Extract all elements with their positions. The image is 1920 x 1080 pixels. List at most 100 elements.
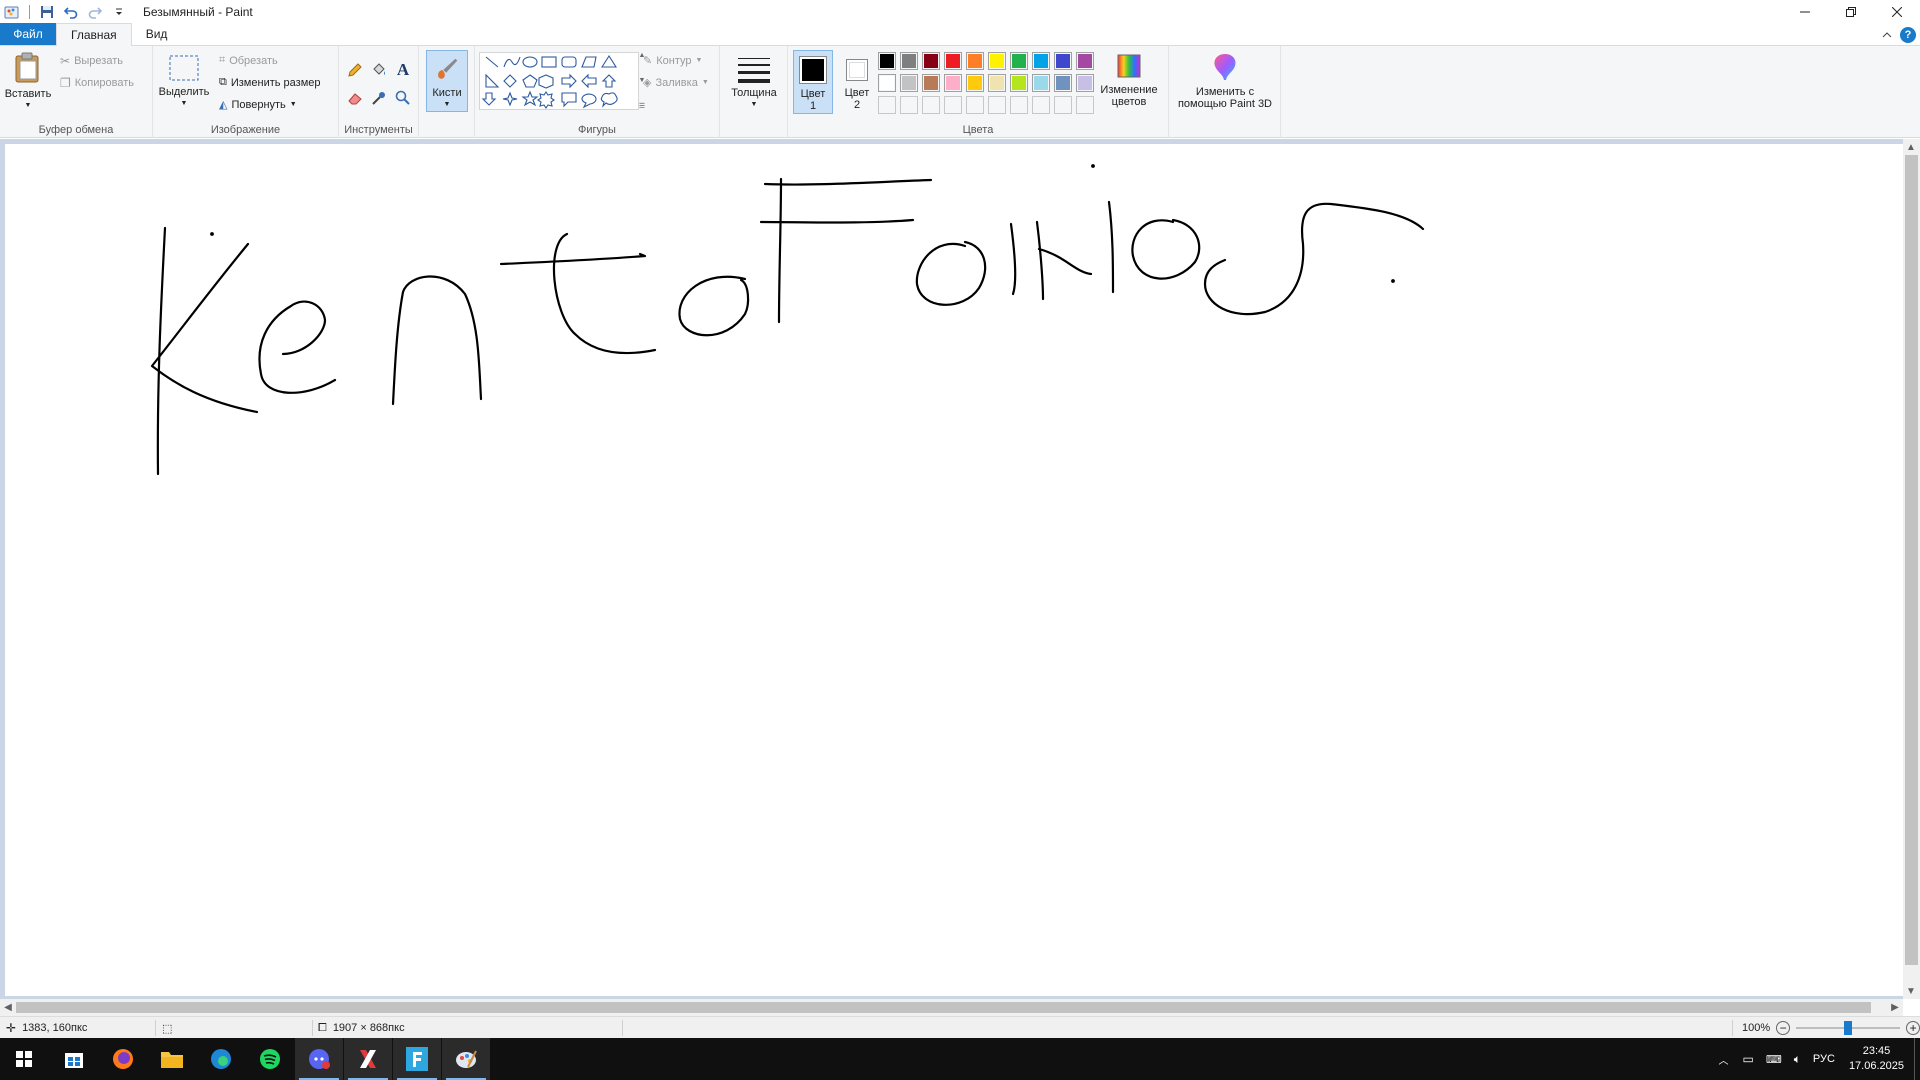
color-swatch[interactable] xyxy=(1054,74,1072,92)
taskbar-app-discord[interactable] xyxy=(295,1038,343,1080)
rotate-button[interactable]: ◭ Повернуть ▼ xyxy=(219,98,297,112)
network-icon[interactable]: ▭ xyxy=(1742,1052,1753,1066)
clock[interactable]: 23:45 17.06.2025 xyxy=(1849,1044,1904,1074)
language-switch-icon[interactable]: ⌨ xyxy=(1766,1053,1782,1066)
pencil-icon[interactable] xyxy=(345,60,365,80)
custom-color-slot[interactable] xyxy=(1076,96,1094,114)
store-icon xyxy=(65,1053,83,1068)
color-swatch[interactable] xyxy=(944,52,962,70)
color-swatch[interactable] xyxy=(988,74,1006,92)
close-button[interactable] xyxy=(1874,0,1920,24)
vertical-scroll-thumb[interactable] xyxy=(1905,155,1918,965)
language-indicator[interactable]: РУС xyxy=(1813,1053,1835,1065)
tab-file[interactable]: Файл xyxy=(0,23,56,45)
color2-button[interactable]: Цвет 2 xyxy=(837,50,877,114)
cut-button[interactable]: ✂ Вырезать xyxy=(60,54,123,68)
custom-color-slot[interactable] xyxy=(900,96,918,114)
custom-color-slot[interactable] xyxy=(878,96,896,114)
magnifier-icon[interactable] xyxy=(393,88,413,108)
resize-button[interactable]: ⧉ Изменить размер xyxy=(219,76,321,89)
restore-button[interactable] xyxy=(1828,0,1874,24)
color-picker-icon[interactable] xyxy=(369,88,389,108)
zoom-in-icon[interactable]: + xyxy=(1906,1021,1920,1035)
scroll-right-icon[interactable]: ▶ xyxy=(1887,999,1903,1015)
color-swatch[interactable] xyxy=(944,74,962,92)
color-swatch[interactable] xyxy=(878,52,896,70)
volume-icon[interactable]: 🔈︎ xyxy=(1794,1052,1801,1067)
scroll-up-icon[interactable]: ▲ xyxy=(1903,139,1919,155)
zoom-slider[interactable] xyxy=(1796,1021,1901,1035)
fill-bucket-icon[interactable] xyxy=(369,60,389,80)
custom-color-slot[interactable] xyxy=(966,96,984,114)
color-swatch[interactable] xyxy=(1010,52,1028,70)
brushes-button[interactable]: Кисти ▼ xyxy=(426,50,468,112)
outline-button[interactable]: ✎ Контур ▼ xyxy=(643,54,702,68)
crop-button[interactable]: ⌗ Обрезать xyxy=(219,54,278,67)
scroll-down-icon[interactable]: ▼ xyxy=(1903,983,1919,999)
expand-gallery-icon[interactable]: ☰ xyxy=(639,102,645,110)
save-icon[interactable] xyxy=(37,2,57,22)
copy-button[interactable]: ❐ Копировать xyxy=(60,76,134,90)
redo-icon[interactable] xyxy=(85,2,105,22)
eraser-icon[interactable] xyxy=(345,88,365,108)
edit-colors-button[interactable]: Изменение цветов xyxy=(1096,52,1162,108)
color-swatch[interactable] xyxy=(966,74,984,92)
color-swatch[interactable] xyxy=(966,52,984,70)
chevron-up-icon[interactable]: ︿ xyxy=(1718,1052,1728,1067)
brush-icon xyxy=(438,58,458,79)
vertical-scrollbar[interactable]: ▲ ▼ xyxy=(1903,139,1920,999)
scroll-left-icon[interactable]: ◀ xyxy=(0,999,16,1015)
customize-toolbar-icon[interactable] xyxy=(109,2,129,22)
color-swatch[interactable] xyxy=(1032,52,1050,70)
color-swatch[interactable] xyxy=(922,74,940,92)
collapse-ribbon-icon[interactable] xyxy=(1882,30,1892,40)
paste-button[interactable]: Вставить ▼ xyxy=(5,52,51,112)
color-swatch[interactable] xyxy=(900,52,918,70)
taskbar-app-explorer[interactable] xyxy=(148,1038,196,1080)
taskbar-app-f[interactable] xyxy=(393,1038,441,1080)
horizontal-scroll-thumb[interactable] xyxy=(16,1002,1871,1013)
tab-view[interactable]: Вид xyxy=(132,23,182,45)
color-swatch[interactable] xyxy=(1076,74,1094,92)
fill-button[interactable]: ◈ Заливка ▼ xyxy=(643,76,709,90)
toolbar-separator xyxy=(29,5,30,19)
taskbar-app-store[interactable] xyxy=(50,1038,98,1080)
text-icon[interactable]: A xyxy=(393,60,413,80)
help-icon[interactable]: ? xyxy=(1900,27,1916,43)
color-swatch[interactable] xyxy=(1076,52,1094,70)
color-swatch[interactable] xyxy=(988,52,1006,70)
paint3d-button[interactable]: Изменить с помощью Paint 3D xyxy=(1173,52,1277,110)
size-button[interactable]: Толщина ▼ xyxy=(728,54,780,111)
taskbar-app-spotify[interactable] xyxy=(246,1038,294,1080)
select-button[interactable]: Выделить ▼ xyxy=(159,54,209,110)
shapes-gallery[interactable] xyxy=(479,52,639,110)
taskbar-app-paint[interactable] xyxy=(442,1038,490,1080)
start-button[interactable] xyxy=(0,1038,48,1080)
color1-button[interactable]: Цвет 1 xyxy=(793,50,833,114)
custom-color-slot[interactable] xyxy=(1054,96,1072,114)
zoom-slider-thumb[interactable] xyxy=(1844,1021,1853,1035)
tab-home[interactable]: Главная xyxy=(56,23,132,46)
drawing-canvas[interactable] xyxy=(5,144,1905,996)
color-swatch[interactable] xyxy=(1032,74,1050,92)
color-swatch[interactable] xyxy=(1054,52,1072,70)
color-swatch[interactable] xyxy=(900,74,918,92)
paint-app-icon[interactable] xyxy=(2,2,22,22)
color-swatch[interactable] xyxy=(878,74,896,92)
zoom-out-icon[interactable]: − xyxy=(1776,1021,1791,1035)
custom-color-slot[interactable] xyxy=(1010,96,1028,114)
custom-color-slot[interactable] xyxy=(944,96,962,114)
undo-icon[interactable] xyxy=(61,2,81,22)
custom-color-slot[interactable] xyxy=(922,96,940,114)
horizontal-scrollbar[interactable]: ◀ ▶ xyxy=(0,999,1903,1016)
show-desktop-button[interactable] xyxy=(1914,1038,1920,1080)
custom-color-slot[interactable] xyxy=(1032,96,1050,114)
minimize-button[interactable] xyxy=(1782,0,1828,24)
taskbar-app-x-editor[interactable] xyxy=(344,1038,392,1080)
color-swatch[interactable] xyxy=(1010,74,1028,92)
taskbar-app-firefox[interactable] xyxy=(99,1038,147,1080)
color-swatch-fill xyxy=(1012,98,1026,112)
color-swatch[interactable] xyxy=(922,52,940,70)
custom-color-slot[interactable] xyxy=(988,96,1006,114)
taskbar-app-edge[interactable] xyxy=(197,1038,245,1080)
